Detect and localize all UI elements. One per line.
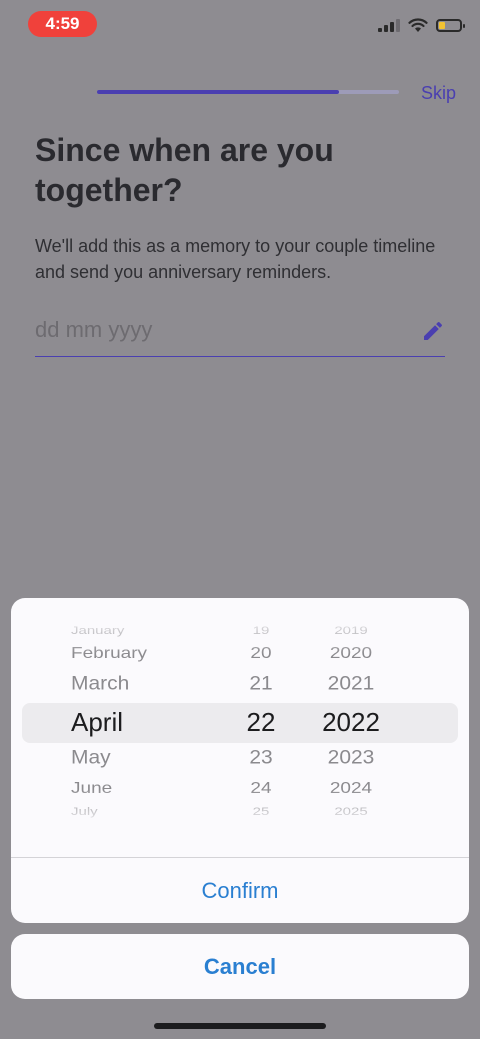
battery-icon xyxy=(436,19,465,32)
status-time: 4:59 xyxy=(28,11,97,37)
day-option[interactable]: 19 xyxy=(231,624,291,637)
year-option-selected[interactable]: 2022 xyxy=(311,707,391,738)
date-picker-sheet: January February March April May June July 19 2… xyxy=(11,598,469,923)
year-wheel[interactable]: 2019 2020 2021 2022 2023 2024 2025 xyxy=(311,614,391,829)
date-placeholder: dd mm yyyy xyxy=(35,317,153,342)
cancel-button[interactable]: Cancel xyxy=(11,934,469,999)
skip-button[interactable]: Skip xyxy=(421,83,456,104)
day-option[interactable]: 21 xyxy=(231,673,291,695)
day-option[interactable]: 24 xyxy=(231,779,291,797)
year-option[interactable]: 2021 xyxy=(311,673,391,695)
home-indicator xyxy=(154,1023,326,1029)
progress-fill xyxy=(97,90,339,94)
page-subtitle: We'll add this as a memory to your coupl… xyxy=(35,236,436,282)
month-option[interactable]: March xyxy=(71,673,211,695)
battery-level xyxy=(439,22,445,29)
date-input[interactable]: dd mm yyyy xyxy=(35,313,445,357)
month-option-selected[interactable]: April xyxy=(71,707,211,738)
wifi-icon xyxy=(408,18,428,32)
pencil-icon[interactable] xyxy=(421,319,445,343)
day-option[interactable]: 20 xyxy=(231,644,291,662)
onboarding-progress-bar xyxy=(97,90,399,94)
confirm-button[interactable]: Confirm xyxy=(11,858,469,923)
day-option-selected[interactable]: 22 xyxy=(231,707,291,738)
year-option[interactable]: 2023 xyxy=(311,747,391,769)
month-option[interactable]: May xyxy=(71,747,211,769)
onboarding-screen: 4:59 Skip Since when are you together? W… xyxy=(0,0,480,1039)
status-icons xyxy=(378,18,465,33)
cellular-signal-icon xyxy=(378,19,400,32)
day-option[interactable]: 25 xyxy=(231,805,291,818)
year-option[interactable]: 2025 xyxy=(311,805,391,818)
month-wheel[interactable]: January February March April May June July xyxy=(71,614,211,829)
day-option[interactable]: 23 xyxy=(231,747,291,769)
month-option[interactable]: January xyxy=(71,624,211,637)
month-option[interactable]: June xyxy=(71,779,211,797)
year-option[interactable]: 2024 xyxy=(311,779,391,797)
date-wheel[interactable]: January February March April May June July 19 2… xyxy=(11,614,469,829)
year-option[interactable]: 2019 xyxy=(311,624,391,637)
month-option[interactable]: February xyxy=(71,644,211,662)
month-option[interactable]: July xyxy=(71,805,211,818)
page-title: Since when are you together? xyxy=(35,132,334,208)
day-wheel[interactable]: 19 20 21 22 23 24 25 xyxy=(231,614,291,829)
year-option[interactable]: 2020 xyxy=(311,644,391,662)
